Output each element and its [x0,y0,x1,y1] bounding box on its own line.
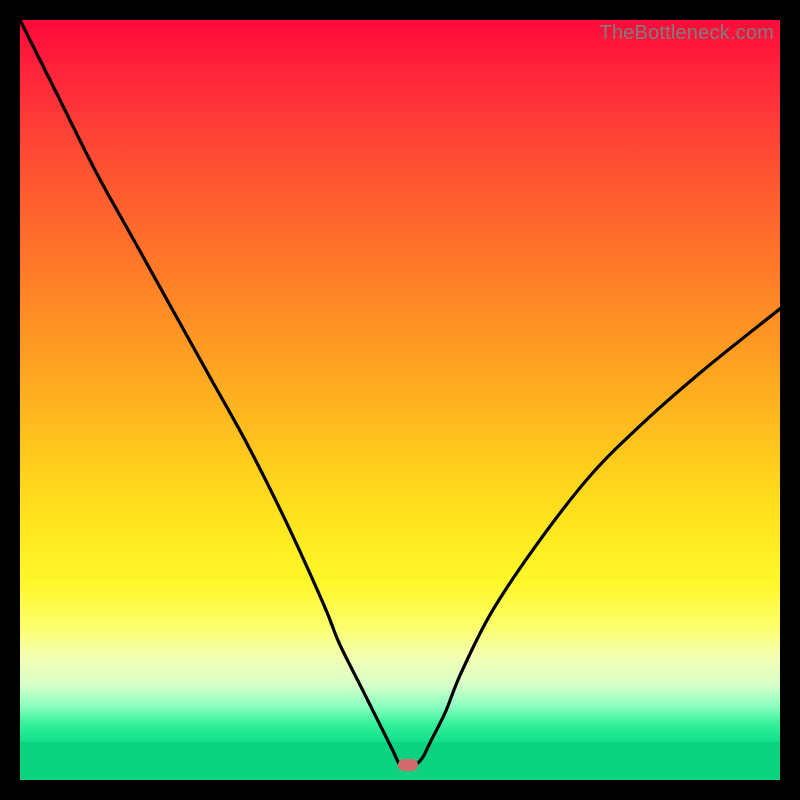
bottleneck-curve [20,20,780,780]
notch-marker [398,759,418,771]
chart-stage: TheBottleneck.com [0,0,800,800]
plot-area: TheBottleneck.com [20,20,780,780]
